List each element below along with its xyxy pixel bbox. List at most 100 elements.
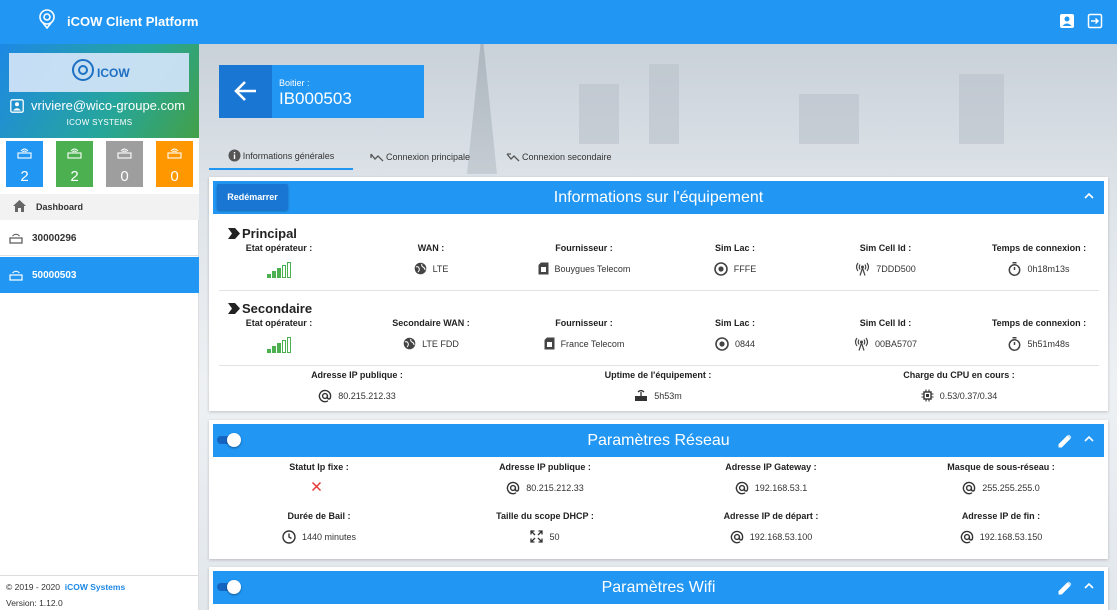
secondaire-operator: Etat opérateur : (229, 318, 329, 353)
at-icon (960, 530, 974, 544)
end-ip: Adresse IP de fin : 192.168.53.150 (926, 511, 1076, 544)
user-card: ICOW vriviere@wico-groupe.com ICOW SYSTE… (0, 44, 199, 138)
signal-icon (267, 262, 291, 278)
start-ip: Adresse IP de départ : 192.168.53.100 (723, 511, 819, 544)
secondaire-wan: Secondaire WAN : LTE FDD (392, 318, 470, 350)
chevron-up-icon[interactable] (1084, 435, 1094, 443)
router-icon (635, 389, 648, 401)
at-icon (318, 389, 332, 403)
label-arrow-icon (228, 303, 240, 314)
nav-item-50000503[interactable]: 50000503 (0, 257, 199, 293)
divider (219, 365, 1099, 366)
box-header: Boitier : IB000503 (219, 65, 424, 118)
router-icon (67, 148, 82, 159)
brand-text: ICOW (97, 66, 130, 80)
sim-card-icon (538, 262, 549, 275)
brand-pin-icon (72, 59, 94, 81)
public-ip: Adresse IP publique : 80.215.212.33 (311, 370, 403, 403)
user-company: ICOW SYSTEMS (66, 118, 133, 127)
logout-icon[interactable] (1087, 13, 1103, 29)
secondaire-sim-lac: Sim Lac : 0844 (714, 318, 756, 351)
copyright: © 2019 - 2020 (6, 582, 60, 592)
cpu-load: Charge du CPU en cours : 0.53/0.37/0.34 (903, 370, 1015, 402)
sidebar: ICOW vriviere@wico-groupe.com ICOW SYSTE… (0, 44, 199, 610)
principal-sim-cell-id: Sim Cell Id : 7DDD500 (833, 243, 938, 276)
router-icon (9, 270, 23, 281)
tab-connexion-principale[interactable]: Connexion principale (370, 143, 470, 170)
version: Version: 1.12.0 (6, 598, 63, 608)
lease-duration: Durée de Bail : 1440 minutes (259, 511, 379, 544)
tab-connexion-secondaire[interactable]: Connexion secondaire (506, 143, 612, 170)
network-public-ip: Adresse IP publique : 80.215.212.33 (499, 462, 591, 495)
dhcp-scope-size: Taille du scope DHCP : 50 (496, 511, 594, 543)
static-ip-status: Statut Ip fixe : (259, 462, 379, 492)
box-id: IB000503 (279, 89, 352, 108)
antenna-icon (854, 337, 869, 351)
sidebar-footer: © 2019 - 2020 iCOW Systems Version: 1.12… (0, 575, 199, 610)
counter-connected[interactable]: 2 (56, 141, 93, 187)
clock-icon (282, 530, 296, 544)
gateway-ip: Adresse IP Gateway : 192.168.53.1 (725, 462, 817, 495)
principal-provider: Fournisseur : Bouygues Telecom (519, 243, 649, 275)
counter-offline[interactable]: 0 (106, 141, 143, 187)
at-icon (735, 481, 749, 495)
home-icon (13, 200, 26, 212)
nav-item-30000296[interactable]: 30000296 (0, 220, 199, 256)
divider (219, 290, 1099, 291)
router-icon (17, 148, 32, 159)
chevron-up-icon[interactable] (1084, 582, 1094, 590)
principal-sim-lac: Sim Lac : FFFE (713, 243, 757, 276)
trend-icon (506, 152, 520, 161)
top-bar: iCOW Client Platform (0, 0, 1117, 44)
box-label: Boitier : (279, 78, 310, 88)
arrow-left-icon (234, 81, 256, 101)
signal-icon (267, 337, 291, 353)
nav-dashboard[interactable]: Dashboard (0, 194, 199, 220)
edit-icon[interactable] (1058, 581, 1072, 595)
counter-warning[interactable]: 0 (156, 141, 193, 187)
at-icon (730, 530, 744, 544)
app-title: iCOW Client Platform (67, 14, 199, 29)
principal-operator: Etat opérateur : (229, 243, 329, 278)
subnet-mask: Masque de sous-réseau : 255.255.255.0 (947, 462, 1055, 495)
equipment-card: Redémarrer Informations sur l'équipement… (209, 177, 1108, 411)
chevron-up-icon[interactable] (1084, 192, 1094, 200)
tabs: Informations générales Connexion princip… (209, 143, 1109, 170)
network-card: Paramètres Réseau Statut Ip fixe : Adres… (209, 420, 1108, 559)
globe-icon (403, 337, 416, 350)
equipment-card-header: Redémarrer Informations sur l'équipement (213, 181, 1104, 214)
principal-title: Principal (228, 226, 297, 241)
equipment-title: Informations sur l'équipement (553, 189, 764, 206)
trend-icon (370, 153, 384, 161)
expand-icon (530, 530, 544, 543)
secondaire-title: Secondaire (228, 301, 312, 316)
cross-icon (311, 481, 321, 492)
router-icon (167, 148, 182, 159)
router-icon (117, 148, 132, 159)
back-button[interactable] (219, 65, 272, 118)
wifi-card: Paramètres Wifi (209, 567, 1108, 610)
label-arrow-icon (228, 228, 240, 239)
timer-icon (1009, 262, 1021, 276)
logo-icon (39, 9, 55, 29)
at-icon (506, 481, 520, 495)
wifi-card-header: Paramètres Wifi (213, 571, 1104, 604)
info-icon (228, 149, 241, 162)
user-email: vriviere@wico-groupe.com (31, 98, 186, 113)
counter-online[interactable]: 2 (1, 138, 48, 190)
secondaire-provider: Fournisseur : France Telecom (519, 318, 649, 350)
target-icon (713, 262, 728, 276)
account-icon[interactable] (1059, 13, 1075, 29)
secondaire-sim-cell-id: Sim Cell Id : 00BA5707 (833, 318, 938, 351)
target-icon (715, 337, 729, 351)
secondaire-connection-time: Temps de connexion : 5h51m48s (991, 318, 1087, 351)
tab-informations-generales[interactable]: Informations générales (209, 143, 353, 170)
status-counters: 2 2 0 0 (0, 138, 199, 194)
wifi-title: Paramètres Wifi (601, 579, 716, 596)
company-link[interactable]: iCOW Systems (65, 582, 125, 592)
router-icon (9, 233, 23, 244)
at-icon (962, 481, 976, 495)
edit-icon[interactable] (1058, 434, 1072, 448)
antenna-icon (856, 262, 870, 276)
principal-connection-time: Temps de connexion : 0h18m13s (991, 243, 1087, 276)
